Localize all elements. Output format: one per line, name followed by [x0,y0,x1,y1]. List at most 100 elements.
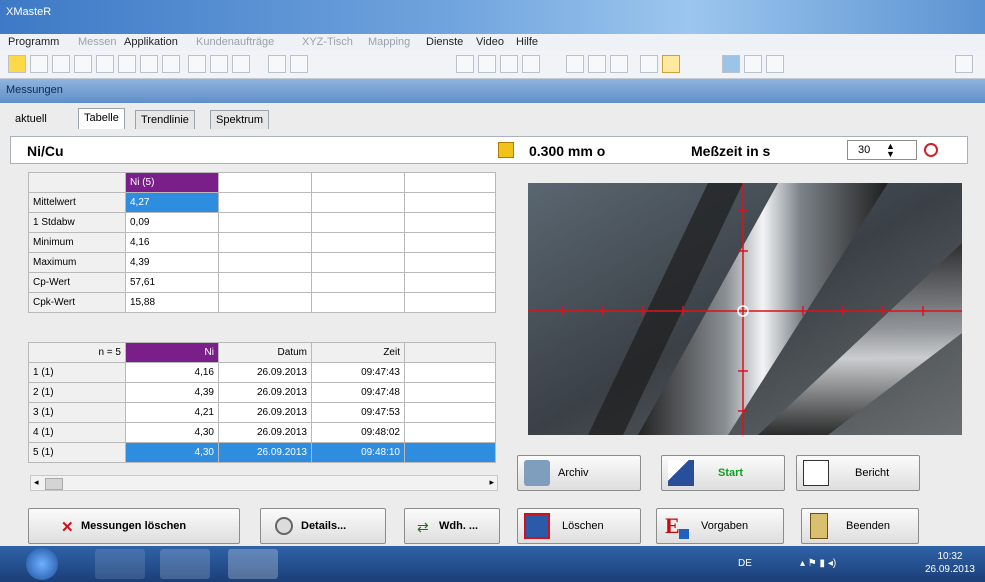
stats-column-header[interactable]: Ni (5) [125,172,219,193]
scroll-right-icon[interactable]: ▸ [489,477,494,488]
stats-value[interactable]: 57,61 [125,272,219,293]
tool-icon-9[interactable] [210,55,228,73]
crosshair-icon[interactable] [662,55,680,73]
stats-value[interactable]: 4,27 [125,192,219,213]
defaults-button[interactable]: E Vorgaben [656,508,784,544]
row-time: 09:47:43 [311,362,405,383]
menu-applikation[interactable]: Applikation [124,36,178,48]
stats-empty [404,292,496,313]
tool-icon-5[interactable] [118,55,136,73]
table-row[interactable]: 4 (1) 4,30 26.09.2013 09:48:02 [28,422,496,443]
video-image[interactable] [528,183,962,435]
col-header-n[interactable]: n = 5 [28,342,126,363]
stats-empty [404,252,496,273]
users-icon[interactable] [766,55,784,73]
archive-button[interactable]: Archiv [517,455,641,491]
camera-icon[interactable] [640,55,658,73]
tool-icon-7[interactable] [162,55,180,73]
explorer-task-icon[interactable] [160,549,210,579]
language-indicator[interactable]: DE [738,558,752,569]
defaults-e-icon: E [665,513,680,538]
menu-hilfe[interactable]: Hilfe [516,36,538,48]
chart-icon[interactable] [722,55,740,73]
tool-icon-6[interactable] [140,55,158,73]
info-icon[interactable] [610,55,628,73]
col-header-ni[interactable]: Ni [125,342,219,363]
col-header-date[interactable]: Datum [218,342,312,363]
clock-date: 26.09.2013 [924,564,975,575]
horizontal-scrollbar[interactable]: ◂ ▸ [30,475,498,491]
start-orb-icon[interactable] [26,548,58,580]
tool-icon-10[interactable] [232,55,250,73]
col-header-empty [404,342,496,363]
xmaster-task-icon[interactable] [228,549,278,579]
row-time: 09:47:53 [311,402,405,423]
table-row[interactable]: 2 (1) 4,39 26.09.2013 09:47:48 [28,382,496,403]
tool-icon-3[interactable] [74,55,92,73]
details-button[interactable]: Details... [260,508,386,544]
tab-table[interactable]: Tabelle [78,108,125,129]
save-icon[interactable] [268,55,286,73]
tool-icon-17[interactable] [566,55,584,73]
row-date: 26.09.2013 [218,402,312,423]
clock-time: 10:32 [937,551,963,562]
delete-button[interactable]: Löschen [517,508,641,544]
grid-icon[interactable] [478,55,496,73]
spinner-arrows-icon[interactable]: ▲ ▼ [886,142,895,159]
tool-icon-1[interactable] [30,55,48,73]
delete-measurements-button[interactable]: ✕ Messungen löschen [28,508,240,544]
tool-icon-end[interactable] [955,55,973,73]
table-row[interactable]: 1 (1) 4,16 26.09.2013 09:47:43 [28,362,496,383]
toolbar [0,51,985,79]
report-button[interactable]: Bericht [796,455,920,491]
tool-icon-16[interactable] [522,55,540,73]
menu-xyz-tisch[interactable]: XYZ-Tisch [302,36,353,48]
stop-icon[interactable] [924,143,938,157]
row-ni: 4,30 [125,422,219,443]
repeat-button[interactable]: ⇄ Wdh. ... [404,508,500,544]
stats-empty [404,172,496,193]
repeat-label: Wdh. ... [439,520,479,532]
menu-dienste[interactable]: Dienste [426,36,463,48]
scroll-left-icon[interactable]: ◂ [34,477,39,488]
glasses-icon[interactable] [744,55,762,73]
diamond-icon[interactable] [588,55,606,73]
scroll-thumb[interactable] [45,478,63,490]
stats-empty [404,272,496,293]
menu-programm[interactable]: Programm [8,36,59,48]
tool-icon-13[interactable] [456,55,474,73]
stats-value[interactable]: 4,39 [125,252,219,273]
start-button[interactable]: Start [661,455,785,491]
grid2-icon[interactable] [500,55,518,73]
row-ni: 4,39 [125,382,219,403]
browser-task-icon[interactable] [95,549,145,579]
menu-kundenauftraege[interactable]: Kundenaufträge [196,36,274,48]
tool-icon-12[interactable] [290,55,308,73]
video-frame [528,183,962,435]
clock[interactable]: 10:32 26.09.2013 [925,550,975,576]
menu-messen[interactable]: Messen [78,36,117,48]
tool-icon-2[interactable] [52,55,70,73]
tab-current[interactable]: aktuell [10,110,52,128]
tab-trend[interactable]: Trendlinie [135,110,195,129]
stats-value[interactable]: 15,88 [125,292,219,313]
exit-button[interactable]: Beenden [801,508,919,544]
stats-value[interactable]: 4,16 [125,232,219,253]
table-row[interactable]: 5 (1) 4,30 26.09.2013 09:48:10 [28,442,496,463]
menu-mapping[interactable]: Mapping [368,36,410,48]
row-date: 26.09.2013 [218,382,312,403]
tab-spectrum[interactable]: Spektrum [210,110,270,129]
report-label: Bericht [855,467,890,479]
stats-value[interactable]: 0,09 [125,212,219,233]
table-row[interactable]: 3 (1) 4,21 26.09.2013 09:47:53 [28,402,496,423]
tool-icon-4[interactable] [96,55,114,73]
row-ni: 4,16 [125,362,219,383]
tray-icons[interactable]: ▴ ⚑ ▮ ◂) [800,558,836,569]
col-header-time[interactable]: Zeit [311,342,405,363]
exit-door-icon [810,513,828,539]
menu-video[interactable]: Video [476,36,504,48]
title-bar: XMasteR [0,0,985,34]
exit-door-icon[interactable] [8,55,26,73]
measure-time-spinner[interactable]: 30 ▲ ▼ [847,140,917,160]
open-folder-icon[interactable] [188,55,206,73]
